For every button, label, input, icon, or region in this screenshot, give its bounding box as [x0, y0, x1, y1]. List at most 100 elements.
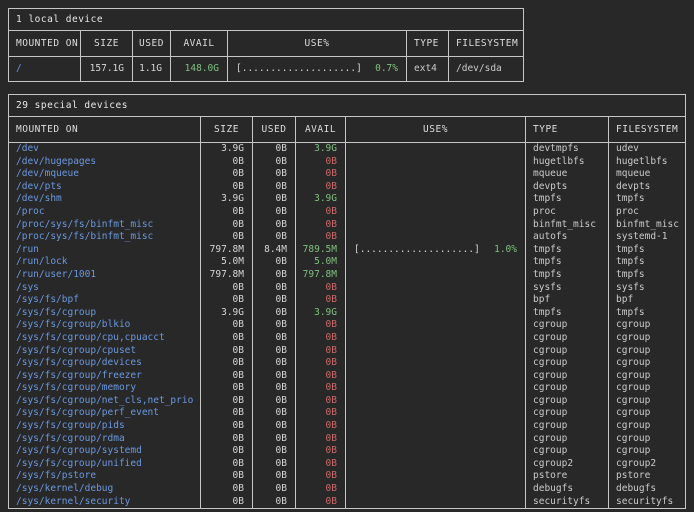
used-value: 0B [253, 407, 296, 420]
size-value: 0B [201, 282, 253, 295]
mount-point: /sys/fs/bpf [9, 294, 201, 307]
mount-point: /sys/fs/cgroup/freezer [9, 370, 201, 383]
filesystem-value: pstore [609, 470, 685, 483]
mount-point: /run/lock [9, 256, 201, 269]
avail-value: 0B [296, 156, 346, 169]
size-value: 0B [201, 357, 253, 370]
avail-value: 0B [296, 496, 346, 509]
avail-value: 148.0G [171, 57, 228, 81]
used-value: 0B [253, 156, 296, 169]
used-value: 0B [253, 496, 296, 509]
size-value: 797.8M [201, 269, 253, 282]
type-value: cgroup [526, 345, 609, 358]
used-value: 0B [253, 256, 296, 269]
special-devices-table-grid: MOUNTED ONSIZEUSEDAVAILUSE%TYPEFILESYSTE… [9, 117, 685, 508]
filesystem-value: bpf [609, 294, 685, 307]
size-value: 0B [201, 219, 253, 232]
usage-cell [346, 458, 526, 471]
type-value: tmpfs [526, 307, 609, 320]
usage-cell [346, 483, 526, 496]
filesystem-value: cgroup [609, 319, 685, 332]
column-header: SIZE [81, 31, 133, 57]
used-value: 0B [253, 345, 296, 358]
used-value: 8.4M [253, 244, 296, 257]
usage-cell [346, 370, 526, 383]
type-value: cgroup [526, 357, 609, 370]
avail-value: 0B [296, 294, 346, 307]
usage-cell: [....................]1.0% [346, 244, 526, 257]
mount-point: /sys/fs/cgroup/cpu,cpuacct [9, 332, 201, 345]
avail-value: 0B [296, 420, 346, 433]
mount-point: /sys/fs/cgroup/net_cls,net_prio [9, 395, 201, 408]
filesystem-value: sysfs [609, 282, 685, 295]
size-value: 0B [201, 332, 253, 345]
column-header: MOUNTED ON [9, 31, 81, 57]
mount-point: /dev/shm [9, 193, 201, 206]
mount-point: /proc/sys/fs/binfmt_misc [9, 231, 201, 244]
type-value: tmpfs [526, 256, 609, 269]
used-value: 0B [253, 382, 296, 395]
column-header: FILESYSTEM [609, 117, 685, 143]
usage-cell [346, 357, 526, 370]
filesystem-value: cgroup [609, 395, 685, 408]
size-value: 3.9G [201, 307, 253, 320]
used-value: 0B [253, 282, 296, 295]
type-value: cgroup [526, 382, 609, 395]
avail-value: 0B [296, 470, 346, 483]
mount-point: /dev/pts [9, 181, 201, 194]
avail-value: 0B [296, 370, 346, 383]
usage-cell [346, 345, 526, 358]
mount-point: /sys/kernel/debug [9, 483, 201, 496]
filesystem-value: systemd-1 [609, 231, 685, 244]
avail-value: 0B [296, 282, 346, 295]
avail-value: 3.9G [296, 307, 346, 320]
mount-point: /sys/fs/cgroup/systemd [9, 445, 201, 458]
avail-value: 0B [296, 181, 346, 194]
filesystem-value: cgroup [609, 370, 685, 383]
column-header: TYPE [407, 31, 449, 57]
usage-cell [346, 181, 526, 194]
mount-point: /sys/fs/cgroup [9, 307, 201, 320]
used-value: 0B [253, 458, 296, 471]
avail-value: 0B [296, 407, 346, 420]
used-value: 0B [253, 370, 296, 383]
type-value: binfmt_misc [526, 219, 609, 232]
type-value: proc [526, 206, 609, 219]
type-value: cgroup [526, 332, 609, 345]
used-value: 0B [253, 206, 296, 219]
type-value: tmpfs [526, 244, 609, 257]
avail-value: 0B [296, 219, 346, 232]
mount-point: /sys/fs/cgroup/perf_event [9, 407, 201, 420]
size-value: 0B [201, 345, 253, 358]
local-devices-table-title: 1 local device [9, 9, 523, 31]
usage-cell [346, 420, 526, 433]
local-devices-table: 1 local device MOUNTED ONSIZEUSEDAVAILUS… [8, 8, 524, 82]
column-header: USED [133, 31, 171, 57]
usage-cell [346, 496, 526, 509]
usage-cell [346, 319, 526, 332]
avail-value: 0B [296, 382, 346, 395]
used-value: 0B [253, 420, 296, 433]
type-value: bpf [526, 294, 609, 307]
used-value: 0B [253, 319, 296, 332]
filesystem-value: securityfs [609, 496, 685, 509]
type-value: mqueue [526, 168, 609, 181]
size-value: 0B [201, 168, 253, 181]
type-value: cgroup [526, 445, 609, 458]
mount-point: /sys/fs/cgroup/unified [9, 458, 201, 471]
avail-value: 0B [296, 319, 346, 332]
column-header: MOUNTED ON [9, 117, 201, 143]
usage-cell [346, 231, 526, 244]
filesystem-value: tmpfs [609, 307, 685, 320]
filesystem-value: /dev/sda [449, 57, 523, 81]
usage-cell [346, 256, 526, 269]
filesystem-value: cgroup [609, 345, 685, 358]
used-value: 0B [253, 269, 296, 282]
size-value: 0B [201, 483, 253, 496]
size-value: 0B [201, 458, 253, 471]
filesystem-value: tmpfs [609, 193, 685, 206]
usage-cell: [....................]0.7% [228, 57, 407, 81]
avail-value: 0B [296, 357, 346, 370]
usage-cell [346, 193, 526, 206]
type-value: pstore [526, 470, 609, 483]
